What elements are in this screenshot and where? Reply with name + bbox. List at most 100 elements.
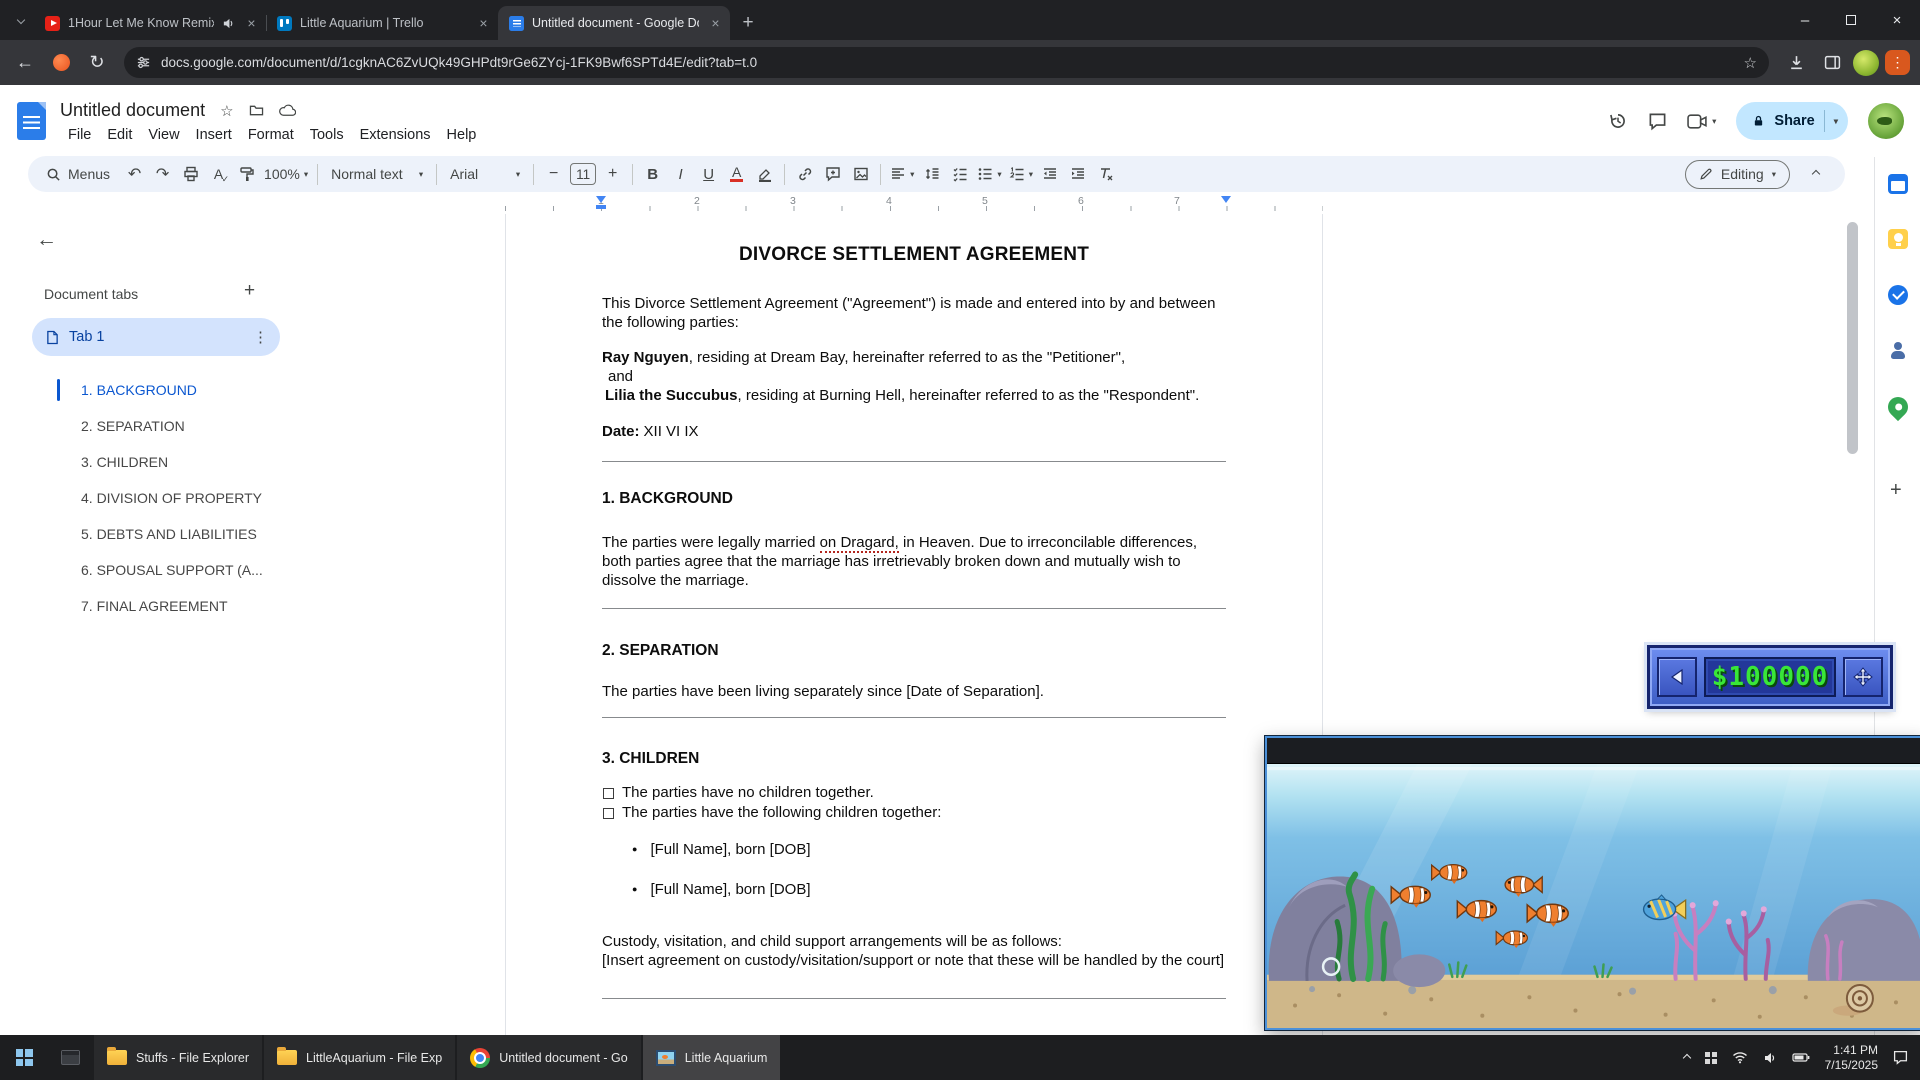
tab-audio-icon[interactable] (222, 17, 235, 30)
undo-button[interactable]: ↶ (121, 160, 148, 188)
ruler[interactable]: 1 2 3 4 5 6 7 (505, 193, 1323, 214)
taskbar-clock[interactable]: 1:41 PM 7/15/2025 (1825, 1043, 1878, 1073)
browser-tab-docs[interactable]: Untitled document - Google Do × (498, 6, 730, 40)
add-tab-button[interactable]: + (244, 280, 255, 302)
document-scrollbar[interactable] (1847, 222, 1858, 454)
taskbar-item-little-aquarium[interactable]: Little Aquarium (643, 1035, 781, 1080)
redo-button[interactable]: ↷ (149, 160, 176, 188)
font-size-input[interactable]: 11 (570, 163, 596, 185)
left-indent-marker[interactable] (596, 205, 606, 209)
bold-button[interactable]: B (639, 160, 666, 188)
right-margin-marker[interactable] (1221, 196, 1231, 203)
font-select[interactable]: Arial▾ (443, 160, 527, 188)
decrease-indent-icon[interactable] (1037, 160, 1064, 188)
collapse-sidebar-icon[interactable]: ← (36, 228, 57, 252)
line-spacing-icon[interactable] (918, 160, 945, 188)
document-name[interactable]: Untitled document (60, 100, 205, 121)
taskbar-item-stuffs-explorer[interactable]: Stuffs - File Explorer (94, 1035, 262, 1080)
side-panel-icon[interactable] (1817, 48, 1847, 78)
maps-icon[interactable] (1884, 393, 1912, 421)
menu-extensions[interactable]: Extensions (352, 125, 439, 145)
move-folder-icon[interactable] (249, 104, 264, 117)
downloads-icon[interactable] (1781, 48, 1811, 78)
underline-button[interactable]: U (695, 160, 722, 188)
outline-item-final-agreement[interactable]: 7. FINAL AGREEMENT (0, 588, 504, 624)
tab-close-icon[interactable]: × (475, 15, 492, 32)
start-button[interactable] (0, 1035, 48, 1080)
outline-item-debts-and-liabilities[interactable]: 5. DEBTS AND LIABILITIES (0, 516, 504, 552)
clear-formatting-icon[interactable] (1093, 160, 1120, 188)
bulleted-list-icon[interactable]: ▾ (974, 160, 1004, 188)
tab-1-item[interactable]: Tab 1 ⋮ (32, 318, 280, 356)
menu-edit[interactable]: Edit (99, 125, 140, 145)
cloud-status-icon[interactable] (279, 104, 296, 117)
increase-indent-icon[interactable] (1065, 160, 1092, 188)
version-history-icon[interactable] (1608, 111, 1628, 131)
bookmark-star-icon[interactable]: ☆ (1744, 54, 1757, 72)
highlight-color-icon[interactable] (751, 160, 778, 188)
paint-format-icon[interactable] (233, 160, 260, 188)
share-dropdown-icon[interactable]: ▾ (1834, 116, 1838, 127)
action-center-icon[interactable] (1893, 1050, 1908, 1065)
outline-item-background[interactable]: 1. BACKGROUND (0, 372, 504, 408)
tab-search-icon[interactable] (8, 7, 34, 33)
decrease-font-size-button[interactable]: − (540, 160, 567, 188)
site-settings-icon[interactable] (136, 55, 151, 70)
checkbox[interactable] (603, 808, 614, 819)
outline-item-separation[interactable]: 2. SEPARATION (0, 408, 504, 444)
tab-close-icon[interactable]: × (243, 15, 260, 32)
paragraph-style-select[interactable]: Normal text▾ (324, 160, 430, 188)
menu-format[interactable]: Format (240, 125, 302, 145)
aquarium-titlebar[interactable] (1267, 738, 1920, 764)
print-icon[interactable] (177, 160, 204, 188)
tasks-icon[interactable] (1888, 285, 1908, 305)
outline-item-children[interactable]: 3. CHILDREN (0, 444, 504, 480)
address-bar-input[interactable] (161, 55, 1734, 70)
menu-tools[interactable]: Tools (302, 125, 352, 145)
keep-icon[interactable] (1888, 229, 1908, 249)
spellcheck-icon[interactable]: A✓ (205, 160, 232, 188)
share-button[interactable]: Share ▾ (1736, 102, 1848, 140)
align-icon[interactable]: ▾ (887, 160, 917, 188)
browser-menu-icon[interactable]: ⋮ (1885, 50, 1910, 75)
insert-link-icon[interactable] (791, 160, 818, 188)
aquarium-money-widget[interactable]: $100000 (1647, 645, 1893, 709)
outline-item-spousal-support[interactable]: 6. SPOUSAL SUPPORT (A... (0, 552, 504, 588)
browser-tab-trello[interactable]: Little Aquarium | Trello × (266, 6, 498, 40)
little-aquarium-window[interactable] (1265, 736, 1920, 1030)
star-document-icon[interactable]: ☆ (220, 102, 233, 120)
address-bar[interactable]: ☆ (124, 47, 1769, 78)
battery-icon[interactable] (1792, 1052, 1810, 1063)
wifi-icon[interactable] (1732, 1051, 1748, 1064)
add-comment-icon[interactable] (819, 160, 846, 188)
money-left-arrow-button[interactable] (1657, 657, 1697, 697)
text-color-button[interactable]: A (723, 160, 750, 188)
extension-icon[interactable] (46, 48, 76, 78)
tray-hidden-apps-icon[interactable] (1705, 1052, 1717, 1064)
window-maximize-button[interactable] (1828, 0, 1874, 40)
menus-search-button[interactable]: Menus (38, 160, 120, 188)
tab-options-icon[interactable]: ⋮ (253, 328, 268, 346)
checkbox[interactable] (603, 788, 614, 799)
browser-tab-youtube[interactable]: 1Hour Let Me Know Remix × (34, 6, 266, 40)
document-page[interactable]: DIVORCE SETTLEMENT AGREEMENT This Divorc… (505, 214, 1323, 1035)
meet-button[interactable]: ▾ (1687, 114, 1716, 129)
reload-button[interactable]: ↻ (82, 48, 112, 78)
volume-icon[interactable] (1763, 1051, 1777, 1065)
increase-font-size-button[interactable]: + (599, 160, 626, 188)
google-docs-logo[interactable] (17, 102, 46, 140)
outline-item-division-of-property[interactable]: 4. DIVISION OF PROPERTY (0, 480, 504, 516)
menu-insert[interactable]: Insert (188, 125, 240, 145)
task-view-button[interactable] (48, 1035, 92, 1080)
menu-file[interactable]: File (60, 125, 99, 145)
window-minimize-button[interactable]: – (1782, 0, 1828, 40)
tab-close-icon[interactable]: × (707, 15, 724, 32)
tray-expand-icon[interactable] (1684, 1055, 1690, 1061)
taskbar-item-chrome[interactable]: Untitled document - Go (457, 1035, 641, 1080)
back-button[interactable]: ← (10, 48, 40, 78)
contacts-icon[interactable] (1888, 340, 1908, 360)
get-add-ons-icon[interactable]: + (1890, 479, 1902, 502)
checklist-icon[interactable] (946, 160, 973, 188)
menu-view[interactable]: View (140, 125, 187, 145)
numbered-list-icon[interactable]: ▾ (1006, 160, 1036, 188)
